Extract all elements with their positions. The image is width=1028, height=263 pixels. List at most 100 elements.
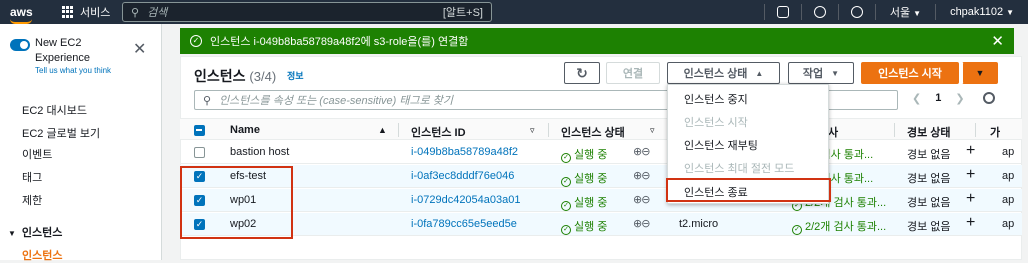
chevron-right-icon[interactable]: ❯ bbox=[955, 92, 964, 105]
sidebar-item-limits[interactable]: 제한 bbox=[22, 192, 42, 208]
refresh-button[interactable]: ↻ bbox=[564, 62, 600, 84]
info-link[interactable]: 정보 bbox=[287, 69, 304, 82]
refresh-icon: ↻ bbox=[576, 64, 588, 81]
connect-button[interactable]: 연결 bbox=[606, 62, 660, 84]
sidebar: New EC2 Experience Tell us what you thin… bbox=[0, 24, 162, 263]
aws-logo[interactable]: aws bbox=[10, 5, 44, 24]
feedback-link[interactable]: Tell us what you think bbox=[35, 66, 125, 75]
caret-down-icon: ▼ bbox=[975, 68, 985, 78]
check-circle-icon: ✓ bbox=[561, 177, 571, 187]
instance-type: t2.micro bbox=[679, 218, 719, 230]
sidebar-item-instances[interactable]: 인스턴스 bbox=[22, 247, 62, 263]
region-selector[interactable]: 서울 ▼ bbox=[890, 4, 921, 20]
cloudshell-icon[interactable] bbox=[776, 6, 789, 18]
account-label: chpak1102 bbox=[950, 6, 1004, 18]
launch-dropdown-button[interactable]: ▼ bbox=[962, 62, 998, 84]
section-label: 인스턴스 bbox=[21, 227, 63, 239]
availability-zone: ap bbox=[1002, 146, 1015, 158]
caret-down-icon: ▼ bbox=[913, 9, 922, 18]
col-name[interactable]: Name bbox=[230, 124, 260, 136]
col-alarm[interactable]: 경보 상태 bbox=[907, 124, 951, 140]
alarm-status: 경보 없음 bbox=[907, 221, 951, 233]
select-all-checkbox[interactable] bbox=[194, 125, 205, 136]
services-label: 서비스 bbox=[80, 7, 111, 19]
table-row[interactable]: ✓ wp01 i-0729dc42054a03a01 ✓실행 중 ⊕⊖ t2.m… bbox=[180, 189, 1022, 212]
state-running: ✓ 실행 중 bbox=[561, 170, 607, 187]
page-number[interactable]: 1 bbox=[935, 92, 941, 105]
sidebar-section-instances[interactable]: ▼ 인스턴스 bbox=[8, 224, 62, 240]
help-icon[interactable] bbox=[850, 6, 863, 18]
aws-logo-text: aws bbox=[10, 5, 33, 19]
zoom-icons[interactable]: ⊕⊖ bbox=[633, 145, 650, 158]
sidebar-item-global-view[interactable]: EC2 글로벌 보기 bbox=[22, 125, 100, 141]
menu-item-reboot[interactable]: 인스턴스 재부팅 bbox=[684, 137, 758, 153]
selection-count: (3/4) bbox=[249, 69, 277, 84]
availability-zone: ap bbox=[1002, 194, 1015, 206]
zoom-icons[interactable]: ⊕⊖ bbox=[633, 217, 650, 230]
col-status-check[interactable]: 사 bbox=[828, 124, 838, 140]
account-menu[interactable]: chpak1102 ▼ bbox=[950, 6, 1014, 18]
caret-down-icon: ▼ bbox=[8, 229, 16, 238]
filter-placeholder: 인스턴스를 속성 또는 (case-sensitive) 태그로 찾기 bbox=[219, 95, 454, 107]
menu-item-stop[interactable]: 인스턴스 중지 bbox=[684, 91, 748, 107]
add-alarm-icon[interactable]: + bbox=[966, 214, 975, 232]
close-icon[interactable]: ✕ bbox=[133, 39, 146, 59]
alarm-status: 경보 없음 bbox=[907, 173, 951, 185]
gear-icon[interactable] bbox=[983, 92, 995, 104]
search-icon: ⚲ bbox=[131, 6, 140, 19]
region-label: 서울 bbox=[889, 7, 911, 19]
services-menu[interactable]: 서비스 bbox=[62, 4, 110, 20]
state-running: ✓ 실행 중 bbox=[561, 194, 607, 211]
top-nav-bar: aws 서비스 ⚲ 검색 [알트+S] 서울 ▼ chpak1102 ▼ bbox=[0, 0, 1028, 24]
state-running: ✓ 실행 중 bbox=[561, 218, 607, 235]
search-shortcut: [알트+S] bbox=[442, 7, 483, 19]
add-alarm-icon[interactable]: + bbox=[966, 190, 975, 208]
bell-icon[interactable] bbox=[813, 6, 826, 18]
table-row[interactable]: bastion host i-049b8ba58789a48f2 ✓ 실행 중 ⊕… bbox=[180, 141, 1022, 164]
menu-item-hibernate: 인스턴스 최대 절전 모드 bbox=[684, 163, 795, 175]
success-flash: ✓ 인스턴스 i-049b8ba58789a48f2에 s3-role을(를) … bbox=[180, 28, 1014, 54]
sort-up-icon[interactable]: ▲ bbox=[378, 125, 387, 135]
sidebar-item-dashboard[interactable]: EC2 대시보드 bbox=[22, 102, 87, 118]
add-alarm-icon[interactable]: + bbox=[966, 142, 975, 160]
table-header: Name ▲ 인스턴스 ID ▿ 인스턴스 상태 ▿ 사 경보 상태 가 bbox=[180, 118, 1022, 140]
grid-icon bbox=[62, 6, 74, 18]
col-az[interactable]: 가 bbox=[990, 124, 1000, 140]
search-placeholder: 검색 bbox=[147, 7, 168, 19]
instance-id-link[interactable]: i-0fa789cc65e5eed5e bbox=[411, 218, 517, 230]
check-circle-icon: ✓ bbox=[561, 153, 571, 163]
actions-button[interactable]: 작업 ▼ bbox=[788, 62, 854, 84]
sidebar-item-tags[interactable]: 태그 bbox=[22, 169, 42, 185]
launch-instance-button[interactable]: 인스턴스 시작 bbox=[861, 62, 959, 84]
sort-icon[interactable]: ▿ bbox=[650, 125, 655, 136]
add-alarm-icon[interactable]: + bbox=[966, 166, 975, 184]
caret-down-icon: ▼ bbox=[831, 68, 840, 78]
availability-zone: ap bbox=[1002, 218, 1015, 230]
instance-id-link[interactable]: i-049b8ba58789a48f2 bbox=[411, 146, 518, 158]
pagination: ❮ 1 ❯ bbox=[912, 92, 965, 105]
col-instance-id[interactable]: 인스턴스 ID bbox=[411, 124, 466, 140]
status-check: ✓ 2/2개 검사 통과... bbox=[792, 218, 886, 235]
table-row[interactable]: ✓ efs-test i-0af3ec8dddf76e046 ✓ 실행 중 ⊕⊖ … bbox=[180, 165, 1022, 188]
instance-name: bastion host bbox=[230, 146, 290, 158]
close-icon[interactable]: ✕ bbox=[991, 32, 1004, 50]
search-input[interactable]: ⚲ 검색 [알트+S] bbox=[122, 2, 492, 22]
state-running: ✓ 실행 중 bbox=[561, 146, 607, 163]
highlight-selected-rows bbox=[180, 166, 293, 239]
zoom-icons[interactable]: ⊕⊖ bbox=[633, 193, 650, 206]
instance-state-button[interactable]: 인스턴스 상태 ▲ bbox=[667, 62, 780, 84]
row-checkbox[interactable] bbox=[194, 147, 205, 158]
search-icon: ⚲ bbox=[203, 94, 212, 107]
zoom-icons[interactable]: ⊕⊖ bbox=[633, 169, 650, 182]
sidebar-item-events[interactable]: 이벤트 bbox=[22, 146, 52, 162]
chevron-left-icon[interactable]: ❮ bbox=[912, 92, 921, 105]
flash-message: 인스턴스 i-049b8ba58789a48f2에 s3-role을(를) 연결… bbox=[210, 36, 469, 48]
table-row[interactable]: ✓ wp02 i-0fa789cc65e5eed5e ✓ 실행 중 ⊕⊖ t2.m… bbox=[180, 213, 1022, 236]
caret-up-icon: ▲ bbox=[755, 68, 764, 78]
sort-icon[interactable]: ▿ bbox=[530, 125, 535, 136]
instance-id-link[interactable]: i-0af3ec8dddf76e046 bbox=[411, 170, 514, 182]
col-state[interactable]: 인스턴스 상태 bbox=[561, 124, 625, 140]
new-experience-toggle[interactable] bbox=[10, 39, 30, 51]
instance-id-link[interactable]: i-0729dc42054a03a01 bbox=[411, 194, 521, 206]
highlight-terminate bbox=[666, 178, 831, 202]
